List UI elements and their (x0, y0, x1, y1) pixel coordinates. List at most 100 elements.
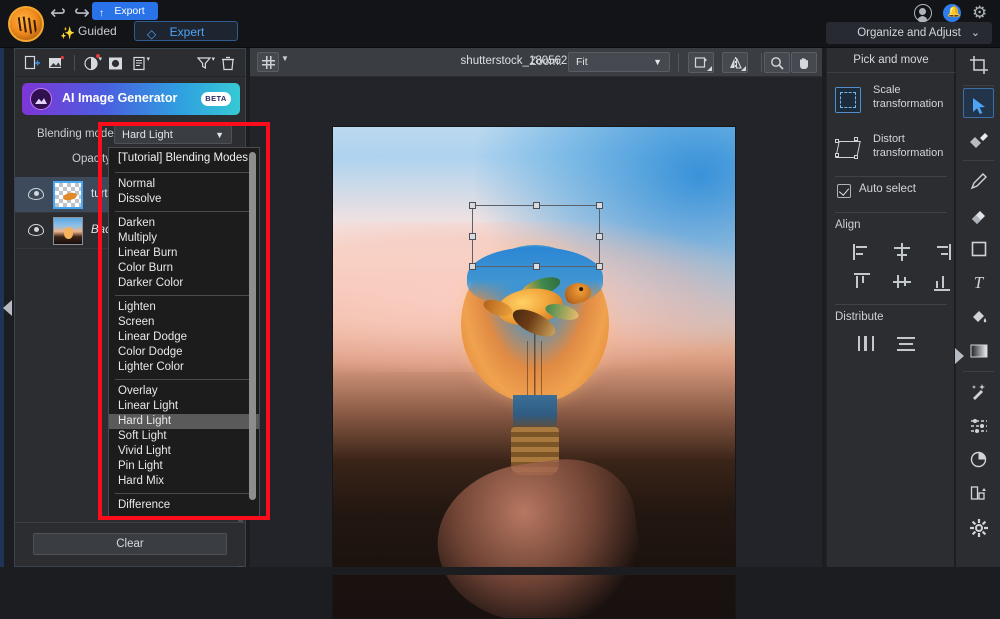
add-photo-layer-icon[interactable] (45, 53, 67, 73)
layer-thumbnail[interactable] (53, 181, 83, 209)
align-bottom-icon[interactable] (933, 273, 951, 291)
organize-label: Organize and Adjust (857, 27, 961, 39)
zoom-label: Zoom: (529, 56, 562, 68)
settings-gear-icon[interactable]: ⚙ (972, 4, 990, 22)
dropdown-scrollbar[interactable] (249, 152, 256, 500)
organize-and-adjust-button[interactable]: Organize and Adjust ⌄ (826, 22, 992, 44)
rotate-icon[interactable] (688, 52, 714, 73)
layer-visibility-eye-icon[interactable] (28, 188, 44, 200)
settings-tool[interactable] (956, 511, 1000, 545)
layer-properties-icon[interactable]: ▾ (128, 53, 150, 73)
effects-tool[interactable] (956, 375, 1000, 409)
dropdown-item-normal[interactable]: Normal (109, 177, 259, 192)
flip-icon[interactable] (722, 52, 748, 73)
distort-transformation-label: Distort transformation (873, 132, 957, 160)
distribute-section-title: Distribute (835, 311, 884, 323)
toolbar-divider (678, 53, 679, 72)
layer-thumbnail-content (62, 191, 78, 202)
pick-move-tool[interactable] (956, 89, 1000, 123)
distort-line2: transformation (873, 147, 944, 159)
eraser-tool[interactable] (956, 198, 1000, 232)
resize-handle-top-right[interactable] (596, 202, 603, 209)
dropdown-item-vivid-light[interactable]: Vivid Light (109, 444, 259, 459)
export-button[interactable]: ↑ Export (92, 2, 158, 20)
hand-icon[interactable] (791, 52, 817, 73)
resize-handle-middle-right[interactable] (596, 233, 603, 240)
text-tool[interactable]: T (956, 266, 1000, 300)
layer-mask-icon[interactable] (104, 53, 126, 73)
dropdown-item-hard-light[interactable]: Hard Light (109, 414, 259, 429)
dropdown-item-darken[interactable]: Darken (109, 216, 259, 231)
dropdown-item-difference[interactable]: Difference (109, 498, 259, 513)
dropdown-divider (115, 493, 253, 494)
user-account-icon[interactable] (914, 4, 932, 22)
magnifier-icon[interactable] (764, 52, 790, 73)
dropdown-item-linear-light[interactable]: Linear Light (109, 399, 259, 414)
delete-layer-icon[interactable] (217, 53, 239, 73)
dropdown-item-linear-burn[interactable]: Linear Burn (109, 246, 259, 261)
canvas-area: ▼ shutterstock_1805628430.jpg Zoom: Fit … (250, 48, 822, 619)
filter-layers-icon[interactable]: ▾ (193, 53, 215, 73)
align-right-icon[interactable] (933, 243, 951, 261)
dropdown-item-hard-mix[interactable]: Hard Mix (109, 474, 259, 489)
align-center-vertical-icon[interactable] (893, 273, 911, 291)
layer-thumbnail[interactable] (53, 217, 83, 245)
chevron-down-icon: ▼ (215, 130, 224, 140)
transform-selection-box[interactable] (469, 202, 603, 270)
dropdown-item-soft-light[interactable]: Soft Light (109, 429, 259, 444)
align-center-horizontal-icon[interactable] (893, 243, 911, 261)
blending-mode-dropdown[interactable]: [Tutorial] Blending Modes Normal Dissolv… (108, 147, 260, 518)
resize-handle-bottom-center[interactable] (533, 263, 540, 270)
auto-select-label: Auto select (859, 183, 916, 195)
dropdown-item-pin-light[interactable]: Pin Light (109, 459, 259, 474)
scale-transformation-label: Scale transformation (873, 83, 957, 111)
collapse-left-panel-icon[interactable] (3, 300, 12, 316)
pencil-tool[interactable] (956, 164, 1000, 198)
dropdown-item-overlay[interactable]: Overlay (109, 384, 259, 399)
dropdown-item-color-dodge[interactable]: Color Dodge (109, 345, 259, 360)
canvas-stage[interactable] (250, 77, 822, 619)
dropdown-item-linear-dodge[interactable]: Linear Dodge (109, 330, 259, 345)
dropdown-item-dissolve[interactable]: Dissolve (109, 192, 259, 207)
distribute-horizontal-icon[interactable] (857, 335, 875, 353)
tab-guided[interactable]: ✨ Guided (54, 21, 129, 41)
distribute-vertical-icon[interactable] (897, 335, 915, 353)
add-layer-icon[interactable] (21, 53, 43, 73)
canvas-image[interactable] (332, 126, 736, 619)
selection-brush-tool[interactable] (956, 123, 1000, 157)
distort-line1: Distort (873, 133, 905, 145)
zoom-select[interactable]: Fit ▼ (568, 52, 670, 72)
layer-visibility-eye-icon[interactable] (28, 224, 44, 236)
resize-handle-bottom-left[interactable] (469, 263, 476, 270)
adjustments-tool[interactable] (956, 409, 1000, 443)
dropdown-item-multiply[interactable]: Multiply (109, 231, 259, 246)
align-left-icon[interactable] (853, 243, 871, 261)
checkbox-checked-icon[interactable] (837, 184, 851, 198)
tab-expert[interactable]: ◇ Expert (134, 21, 238, 41)
export-tool[interactable] (956, 477, 1000, 511)
resize-handle-bottom-right[interactable] (596, 263, 603, 270)
clear-button[interactable]: Clear (33, 533, 227, 555)
blend-tool[interactable] (956, 443, 1000, 477)
resize-handle-top-center[interactable] (533, 202, 540, 209)
blending-mode-select[interactable]: Hard Light ▼ (114, 125, 232, 144)
ai-image-icon (30, 88, 52, 110)
adjustment-layer-icon[interactable]: ▾ (80, 53, 102, 73)
gradient-tool[interactable] (956, 334, 1000, 368)
dropdown-item-tutorial[interactable]: [Tutorial] Blending Modes (109, 148, 259, 168)
crop-tool[interactable] (956, 48, 1000, 82)
align-top-icon[interactable] (853, 273, 871, 291)
distribute-row (857, 335, 915, 353)
notifications-bell-icon[interactable] (943, 4, 961, 22)
dropdown-item-lighter-color[interactable]: Lighter Color (109, 360, 259, 375)
paint-bucket-tool[interactable] (956, 300, 1000, 334)
dropdown-item-screen[interactable]: Screen (109, 315, 259, 330)
dropdown-item-color-burn[interactable]: Color Burn (109, 261, 259, 276)
resize-handle-middle-left[interactable] (469, 233, 476, 240)
dropdown-item-darker-color[interactable]: Darker Color (109, 276, 259, 291)
shape-tool[interactable] (956, 232, 1000, 266)
dropdown-divider (115, 295, 253, 296)
resize-handle-top-left[interactable] (469, 202, 476, 209)
dropdown-item-lighten[interactable]: Lighten (109, 300, 259, 315)
ai-image-generator-banner[interactable]: AI Image Generator BETA (22, 83, 240, 115)
